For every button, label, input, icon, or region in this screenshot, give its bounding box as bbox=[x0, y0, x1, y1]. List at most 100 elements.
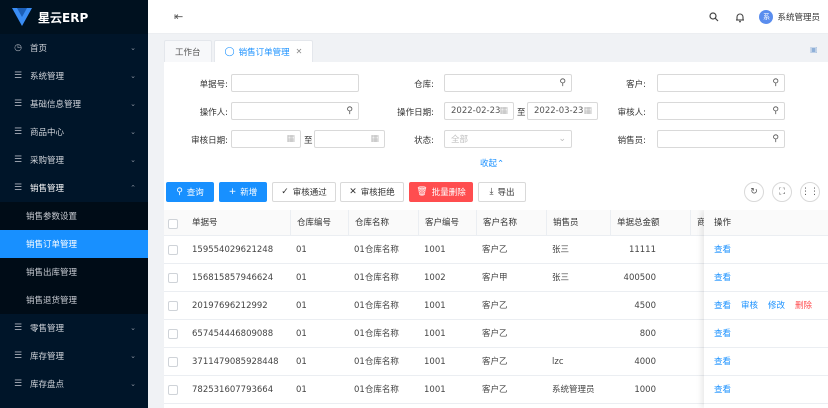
salesperson-select[interactable]: ⚲ bbox=[657, 130, 785, 148]
sidebar-item[interactable]: ☰ 零售管理 ⌄ bbox=[0, 314, 148, 342]
cell-sales: 张三 bbox=[552, 273, 570, 283]
row-checkbox[interactable] bbox=[168, 301, 178, 311]
approve-button[interactable]: ✓ 审核通过 bbox=[272, 182, 336, 202]
col-wh-code[interactable]: 仓库编号 bbox=[290, 210, 331, 236]
collapse-filter-link[interactable]: 收起⌃ bbox=[480, 157, 504, 169]
sidebar-item[interactable]: ☰ 库存管理 ⌄ bbox=[0, 342, 148, 370]
row-checkbox[interactable] bbox=[168, 357, 178, 367]
row-action-link[interactable]: 查看 bbox=[714, 385, 731, 395]
warehouse-select[interactable]: ⚲ bbox=[444, 74, 572, 92]
search-icon: ⚲ bbox=[176, 187, 183, 197]
menu-lines-icon: ☰ bbox=[13, 379, 23, 389]
row-checkbox[interactable] bbox=[168, 245, 178, 255]
approve-label: 审核通过 bbox=[292, 188, 327, 198]
sidebar-subitem[interactable]: 销售出库管理 bbox=[0, 258, 148, 286]
operations-column: 操作 查看 查看 查看 审核 修改 删除 查看 查看 查看 bbox=[704, 210, 828, 408]
close-icon[interactable]: ✕ bbox=[296, 47, 303, 56]
search-icon[interactable] bbox=[707, 10, 721, 24]
orders-table: 单据号 仓库编号 仓库名称 客户编号 客户名称 销售员 单据总金额 商品 159… bbox=[164, 210, 828, 408]
add-button[interactable]: + 新增 bbox=[219, 182, 267, 202]
review-date-label: 审核日期: bbox=[191, 136, 228, 146]
collapse-sidebar-icon[interactable]: ⇤ bbox=[174, 10, 183, 23]
batch-delete-label: 批量删除 bbox=[431, 188, 466, 198]
sidebar-item[interactable]: ☰ 库存盘点 ⌄ bbox=[0, 370, 148, 398]
search-icon: ⚲ bbox=[559, 78, 566, 88]
sidebar-item[interactable]: ☰ 销售管理 ⌃ bbox=[0, 174, 148, 202]
plus-icon: + bbox=[228, 187, 237, 197]
operations-cell: 查看 bbox=[704, 264, 828, 292]
col-cust-code[interactable]: 客户编号 bbox=[418, 210, 459, 236]
export-button[interactable]: ⤓ 导出 bbox=[478, 182, 526, 202]
select-all-checkbox[interactable] bbox=[168, 219, 178, 229]
fullscreen-icon[interactable]: ⛶ bbox=[772, 182, 792, 202]
salesperson-label: 销售员: bbox=[617, 136, 646, 146]
order-no-label: 单据号: bbox=[199, 80, 228, 90]
menu-lines-icon: ☰ bbox=[13, 99, 23, 109]
logo: 星云ERP bbox=[0, 0, 148, 34]
sidebar-item[interactable]: ☰ 商品中心 ⌄ bbox=[0, 118, 148, 146]
col-cust-name[interactable]: 客户名称 bbox=[476, 210, 517, 236]
lock-icon[interactable]: ▣ bbox=[810, 45, 820, 55]
row-action-link[interactable]: 删除 bbox=[795, 301, 812, 311]
reviewer-select[interactable]: ⚲ bbox=[657, 102, 785, 120]
date-separator: 至 bbox=[304, 136, 313, 146]
row-action-link[interactable]: 修改 bbox=[768, 301, 785, 311]
cell-order-no: 3711479085928448 bbox=[192, 357, 279, 367]
tab-sales-order[interactable]: ◯ 销售订单管理 ✕ bbox=[213, 40, 314, 62]
row-checkbox[interactable] bbox=[168, 385, 178, 395]
status-label: 状态: bbox=[414, 136, 434, 146]
refresh-icon[interactable]: ↻ bbox=[744, 182, 764, 202]
query-button[interactable]: ⚲ 查询 bbox=[166, 182, 214, 202]
collapse-label: 收起 bbox=[480, 159, 498, 169]
cell-wh-name: 01仓库名称 bbox=[354, 385, 399, 395]
reject-button[interactable]: ✕ 审核拒绝 bbox=[340, 182, 404, 202]
chevron-up-icon: ⌃ bbox=[497, 159, 505, 169]
sidebar-subitem[interactable]: 销售参数设置 bbox=[0, 202, 148, 230]
menu-lines-icon: ☰ bbox=[13, 183, 23, 193]
review-date-start[interactable]: ▦ bbox=[231, 130, 301, 148]
customer-select[interactable]: ⚲ bbox=[657, 74, 785, 92]
col-order-no[interactable]: 单据号 bbox=[192, 210, 218, 236]
cell-wh-name: 01仓库名称 bbox=[354, 357, 399, 367]
tab-workbench[interactable]: 工作台 bbox=[164, 40, 212, 62]
top-header: ⇤ 系 系统管理员 bbox=[148, 0, 828, 34]
col-sales[interactable]: 销售员 bbox=[546, 210, 579, 236]
sidebar-item[interactable]: ☰ 系统管理 ⌄ bbox=[0, 62, 148, 90]
row-action-link[interactable]: 审核 bbox=[741, 301, 758, 311]
sidebar-item[interactable]: ☰ 采购管理 ⌄ bbox=[0, 146, 148, 174]
chevron-up-icon: ⌃ bbox=[130, 184, 136, 192]
row-checkbox[interactable] bbox=[168, 273, 178, 283]
sidebar-subitem[interactable]: 销售退货管理 bbox=[0, 286, 148, 314]
row-action-link[interactable]: 查看 bbox=[714, 301, 731, 311]
col-amount[interactable]: 单据总金额 bbox=[610, 210, 660, 236]
bell-icon[interactable] bbox=[733, 10, 747, 24]
op-date-start-value: 2022-02-23 bbox=[451, 106, 501, 116]
sidebar-item-label: 商品中心 bbox=[30, 128, 65, 138]
row-checkbox[interactable] bbox=[168, 329, 178, 339]
row-action-link[interactable]: 查看 bbox=[714, 329, 731, 339]
row-action-link[interactable]: 查看 bbox=[714, 245, 731, 255]
status-select[interactable]: 全部 ⌄ bbox=[444, 130, 572, 148]
col-wh-name[interactable]: 仓库名称 bbox=[348, 210, 389, 236]
trash-icon: 🗑 bbox=[416, 187, 428, 197]
operations-cell: 查看 审核 修改 删除 bbox=[704, 292, 828, 320]
reject-label: 审核拒绝 bbox=[360, 188, 395, 198]
columns-grid-icon[interactable]: ⋮⋮ bbox=[800, 182, 820, 202]
sidebar-item-label: 销售管理 bbox=[30, 184, 65, 194]
batch-delete-button[interactable]: 🗑 批量删除 bbox=[409, 182, 473, 202]
sidebar-subitem[interactable]: 销售订单管理 bbox=[0, 230, 148, 258]
user-name[interactable]: 系统管理员 bbox=[777, 11, 820, 23]
row-action-link[interactable]: 查看 bbox=[714, 357, 731, 367]
op-date-start[interactable]: 2022-02-23 ▦ bbox=[444, 102, 514, 120]
sidebar-item-label: 采购管理 bbox=[30, 156, 65, 166]
chevron-down-icon: ⌄ bbox=[130, 128, 136, 136]
sidebar-item[interactable]: ◷ 首页 ⌄ bbox=[0, 34, 148, 62]
avatar[interactable]: 系 bbox=[759, 10, 774, 24]
order-no-input[interactable] bbox=[231, 74, 359, 92]
cell-sales: 张三 bbox=[552, 245, 570, 255]
row-action-link[interactable]: 查看 bbox=[714, 273, 731, 283]
sidebar-item[interactable]: ☰ 基础信息管理 ⌄ bbox=[0, 90, 148, 118]
operator-select[interactable]: ⚲ bbox=[231, 102, 359, 120]
main-panel: 单据号: 仓库: ⚲ 客户: ⚲ 操作人: ⚲ 操作日期: 2022-02-23… bbox=[164, 62, 828, 408]
sidebar-item-label: 首页 bbox=[30, 44, 48, 54]
